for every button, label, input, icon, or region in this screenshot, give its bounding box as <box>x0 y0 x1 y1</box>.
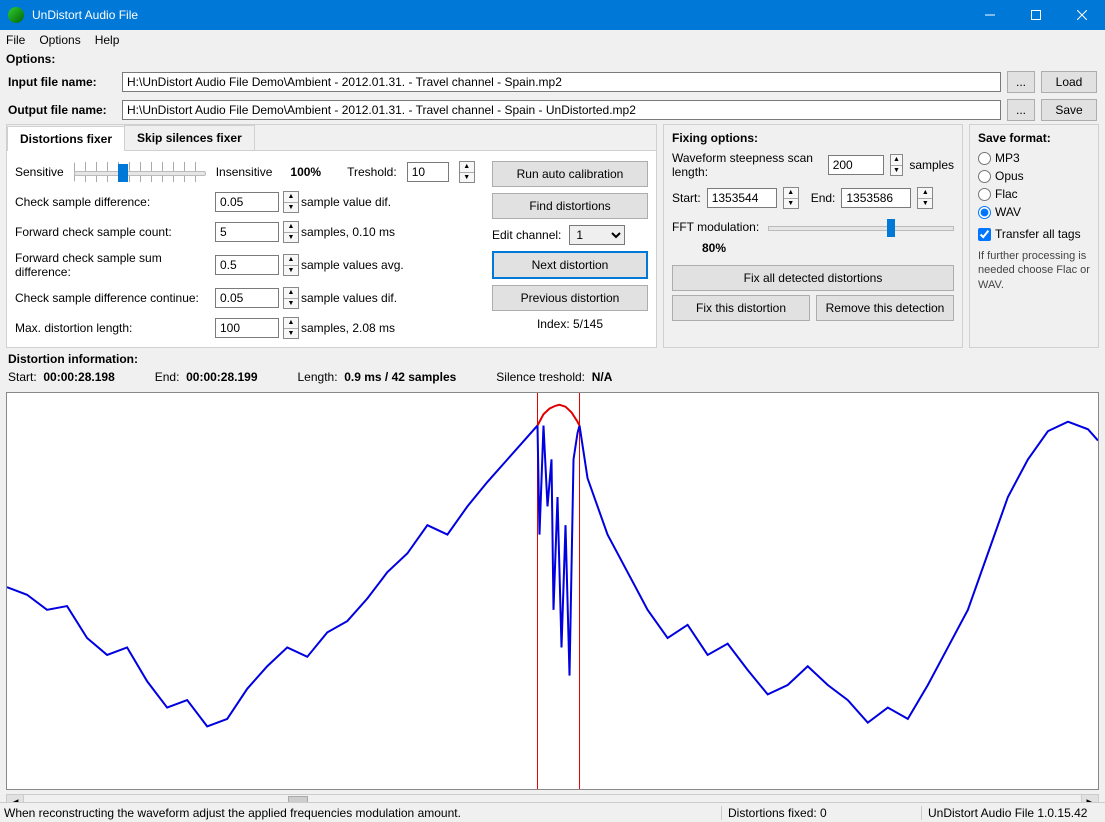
fwd-sum-diff-spinner[interactable]: ▲▼ <box>283 254 299 276</box>
waveform-display[interactable] <box>6 392 1099 790</box>
check-sample-diff-spinner[interactable]: ▲▼ <box>283 191 299 213</box>
fwd-sum-diff-field[interactable] <box>215 255 279 275</box>
options-header: Options: <box>0 50 1105 68</box>
load-button[interactable]: Load <box>1041 71 1097 93</box>
fft-percent: 80% <box>702 241 726 255</box>
distortion-index: Index: 5/145 <box>492 317 648 331</box>
fwd-count-unit: samples, 0.10 ms <box>301 225 461 239</box>
input-file-field[interactable] <box>122 72 1001 92</box>
fwd-sum-diff-unit: sample values avg. <box>301 258 461 272</box>
end-label: End: <box>811 191 836 205</box>
sensitivity-percent: 100% <box>290 165 321 179</box>
remove-detection-button[interactable]: Remove this detection <box>816 295 954 321</box>
app-icon <box>8 7 24 23</box>
save-format-note: If further processing is needed choose F… <box>978 249 1090 292</box>
check-sample-diff-unit: sample value dif. <box>301 195 461 209</box>
previous-distortion-button[interactable]: Previous distortion <box>492 285 648 311</box>
distortion-start: Start: 00:00:28.198 <box>8 370 115 384</box>
check-sample-diff-cont-unit: sample values dif. <box>301 291 461 305</box>
status-version: UnDistort Audio File 1.0.15.42 <box>921 806 1101 820</box>
find-distortions-button[interactable]: Find distortions <box>492 193 648 219</box>
fwd-count-label: Forward check sample count: <box>15 225 215 239</box>
check-sample-diff-label: Check sample difference: <box>15 195 215 209</box>
save-button[interactable]: Save <box>1041 99 1097 121</box>
tab-distortions-fixer[interactable]: Distortions fixer <box>7 126 125 151</box>
fwd-sum-diff-label: Forward check sample sum difference: <box>15 251 215 279</box>
distortion-silence: Silence treshold: N/A <box>496 370 612 384</box>
insensitive-label: Insensitive <box>216 165 273 179</box>
start-field[interactable] <box>707 188 777 208</box>
distortion-end: End: 00:00:28.199 <box>155 370 258 384</box>
check-sample-diff-cont-label: Check sample difference continue: <box>15 291 215 305</box>
menu-options[interactable]: Options <box>39 33 80 47</box>
fft-slider[interactable] <box>768 217 954 237</box>
menu-file[interactable]: File <box>6 33 25 47</box>
fwd-count-field[interactable] <box>215 222 279 242</box>
steepness-spinner[interactable]: ▲▼ <box>890 154 904 176</box>
output-file-label: Output file name: <box>8 103 116 117</box>
fix-all-button[interactable]: Fix all detected distortions <box>672 265 954 291</box>
radio-wav[interactable]: WAV <box>978 205 1090 219</box>
steepness-unit: samples <box>909 158 954 172</box>
menu-help[interactable]: Help <box>95 33 120 47</box>
check-sample-diff-field[interactable] <box>215 192 279 212</box>
radio-flac[interactable]: Flac <box>978 187 1090 201</box>
start-label: Start: <box>672 191 701 205</box>
check-sample-diff-cont-field[interactable] <box>215 288 279 308</box>
fixing-options-title: Fixing options: <box>672 131 954 145</box>
radio-opus[interactable]: Opus <box>978 169 1090 183</box>
status-hint: When reconstructing the waveform adjust … <box>4 806 721 820</box>
steepness-label: Waveform steepness scan length: <box>672 151 822 179</box>
save-format-title: Save format: <box>978 131 1090 145</box>
input-browse-button[interactable]: ... <box>1007 71 1035 93</box>
minimize-button[interactable] <box>967 0 1013 30</box>
steepness-field[interactable] <box>828 155 884 175</box>
tab-skip-silences-fixer[interactable]: Skip silences fixer <box>124 125 255 150</box>
status-distortions-fixed: Distortions fixed: 0 <box>721 806 921 820</box>
edit-channel-label: Edit channel: <box>492 228 561 242</box>
end-spinner[interactable]: ▲▼ <box>917 187 933 209</box>
fix-this-button[interactable]: Fix this distortion <box>672 295 810 321</box>
window-title: UnDistort Audio File <box>32 8 967 22</box>
treshold-label: Treshold: <box>347 165 397 179</box>
sensitive-label: Sensitive <box>15 165 64 179</box>
next-distortion-button[interactable]: Next distortion <box>492 251 648 279</box>
fft-label: FFT modulation: <box>672 220 762 234</box>
maximize-button[interactable] <box>1013 0 1059 30</box>
end-field[interactable] <box>841 188 911 208</box>
start-spinner[interactable]: ▲▼ <box>783 187 799 209</box>
distortion-info-title: Distortion information: <box>8 352 1097 366</box>
close-button[interactable] <box>1059 0 1105 30</box>
output-file-field[interactable] <box>122 100 1001 120</box>
radio-mp3[interactable]: MP3 <box>978 151 1090 165</box>
treshold-spinner[interactable]: ▲▼ <box>459 161 475 183</box>
max-distortion-len-field[interactable] <box>215 318 279 338</box>
treshold-field[interactable] <box>407 162 449 182</box>
edit-channel-select[interactable]: 1 <box>569 225 625 245</box>
run-auto-calibration-button[interactable]: Run auto calibration <box>492 161 648 187</box>
input-file-label: Input file name: <box>8 75 116 89</box>
check-sample-diff-cont-spinner[interactable]: ▲▼ <box>283 287 299 309</box>
max-distortion-len-label: Max. distortion length: <box>15 321 215 335</box>
max-distortion-len-spinner[interactable]: ▲▼ <box>283 317 299 339</box>
fwd-count-spinner[interactable]: ▲▼ <box>283 221 299 243</box>
max-distortion-len-unit: samples, 2.08 ms <box>301 321 461 335</box>
output-browse-button[interactable]: ... <box>1007 99 1035 121</box>
sensitivity-slider[interactable] <box>74 162 206 182</box>
checkbox-transfer-tags[interactable]: Transfer all tags <box>978 227 1090 241</box>
distortion-length: Length: 0.9 ms / 42 samples <box>298 370 457 384</box>
